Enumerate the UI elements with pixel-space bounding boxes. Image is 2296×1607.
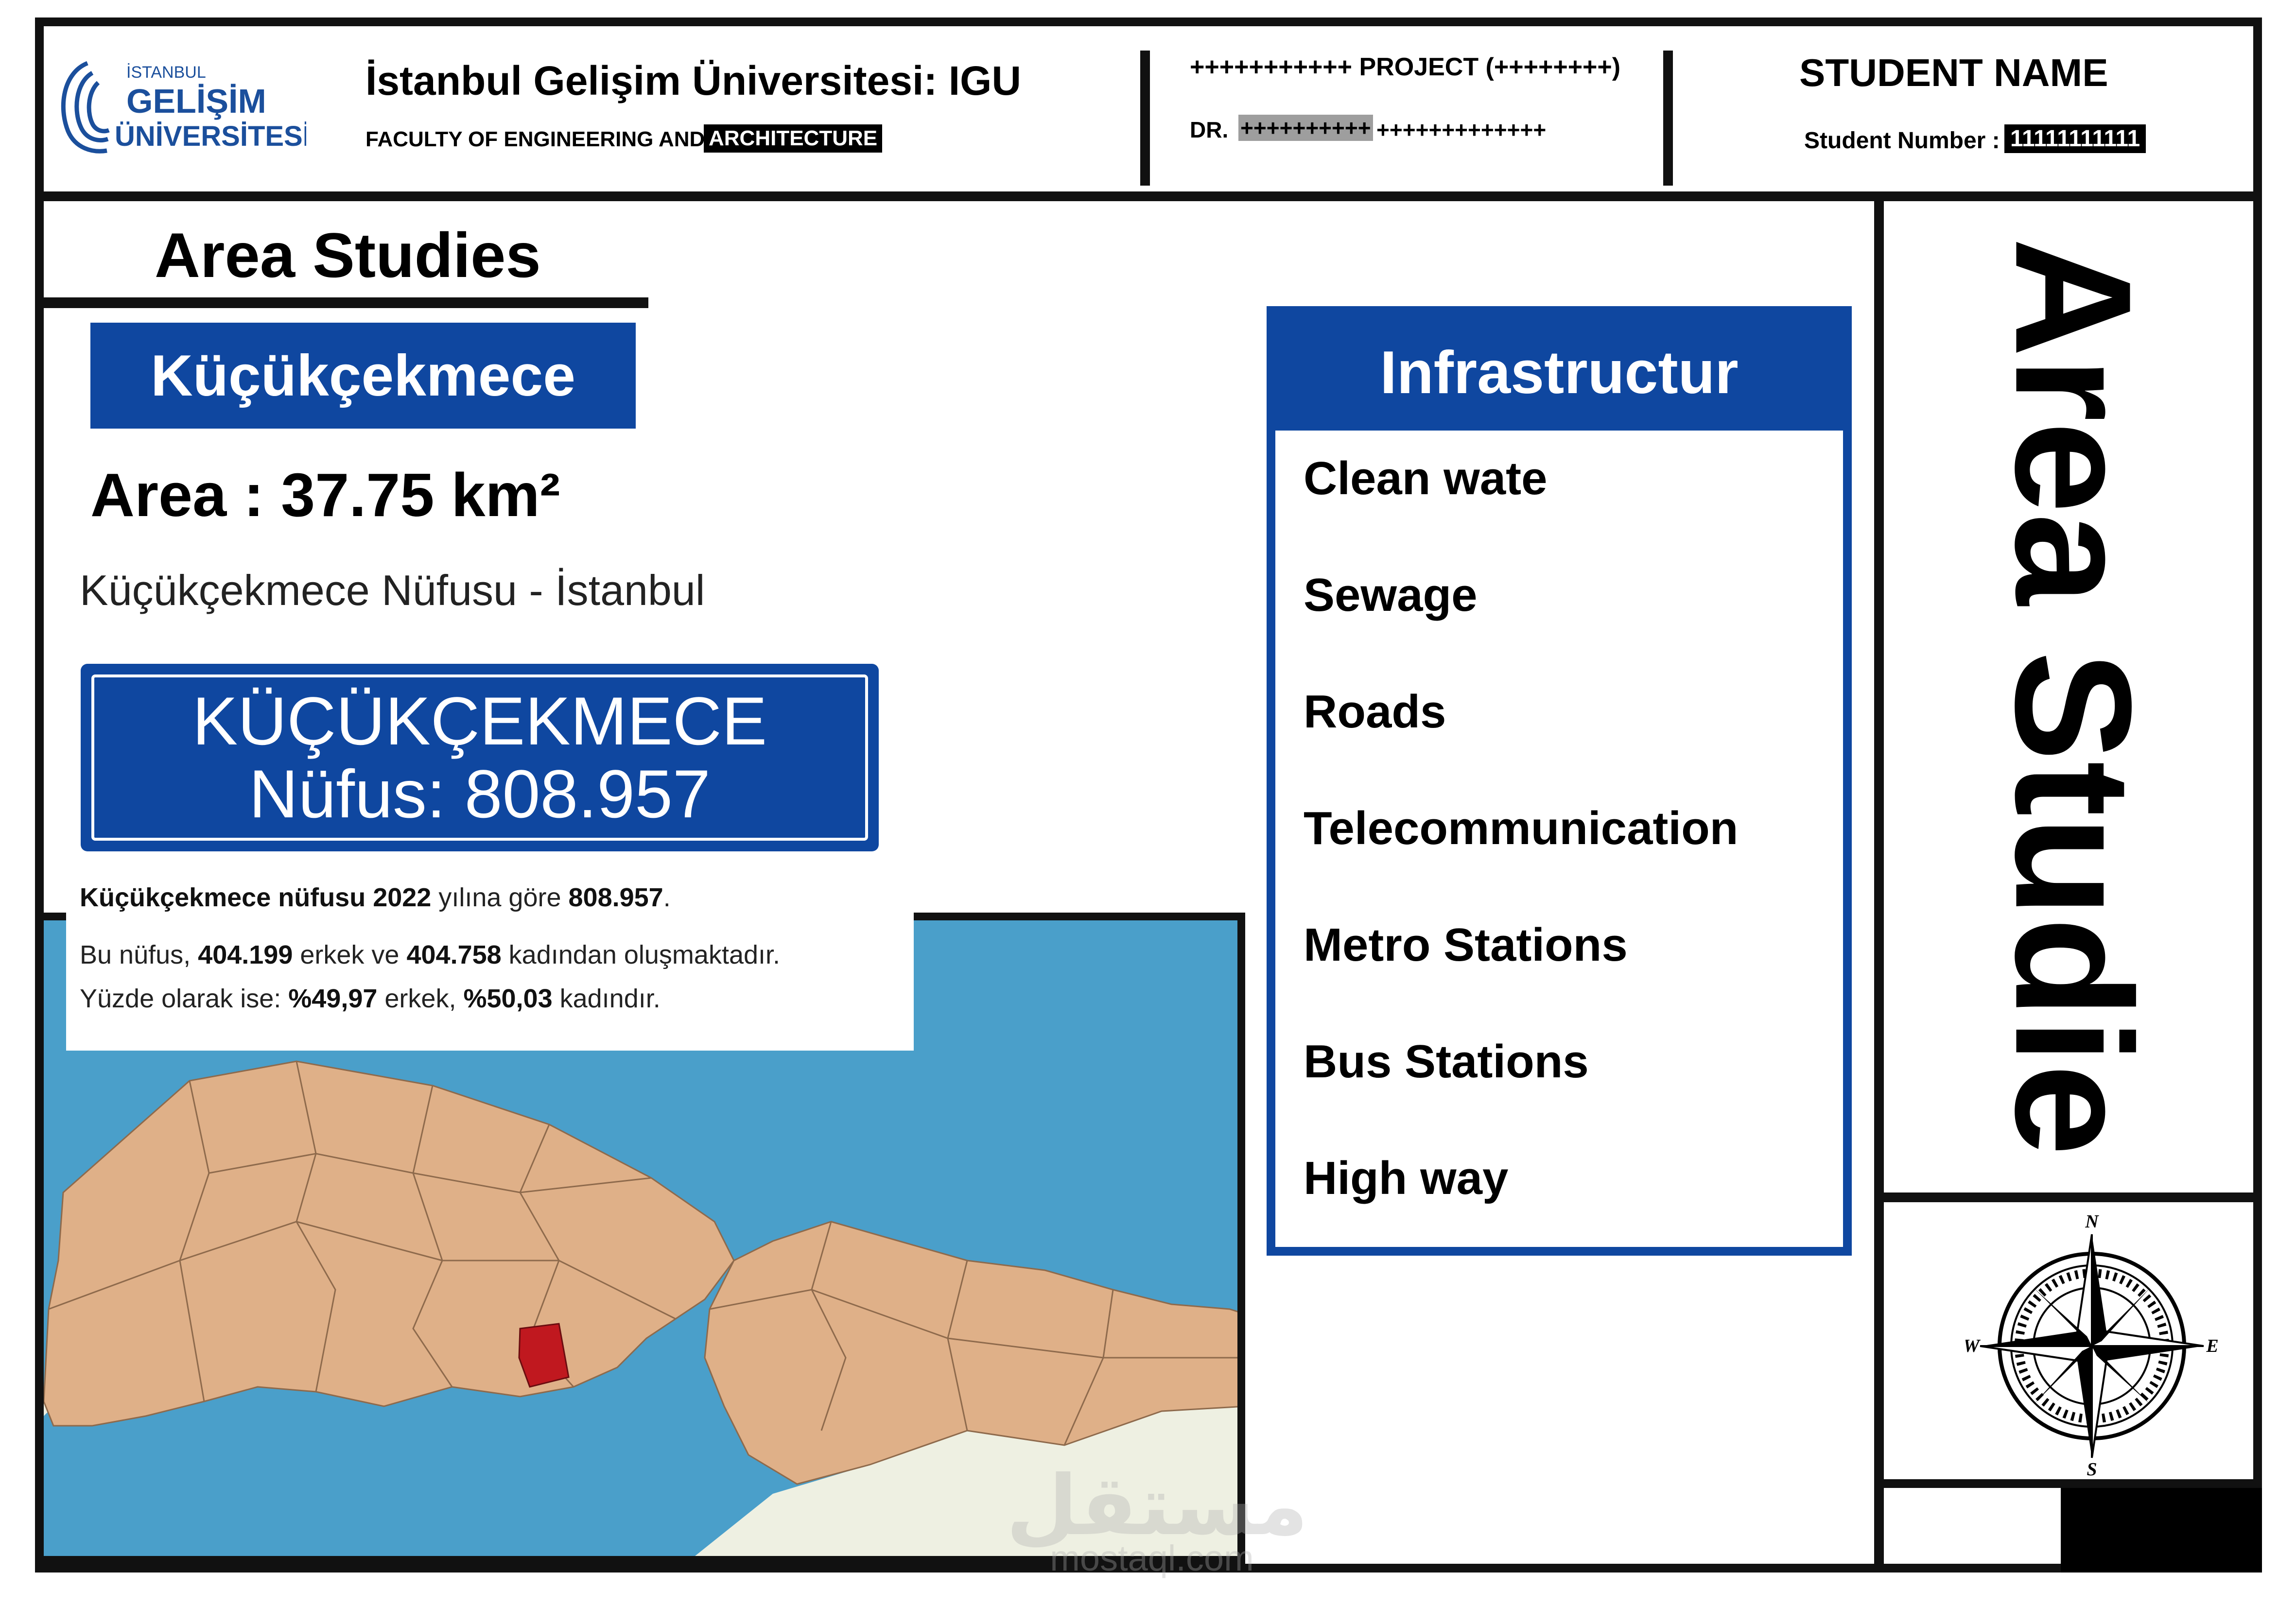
infrastructure-item: Metro Stations bbox=[1304, 919, 1628, 971]
logo-line2: GELİŞİM bbox=[126, 82, 266, 120]
note-line-2: Bu nüfus, 404.199 erkek ve 404.758 kadın… bbox=[80, 940, 781, 969]
vertical-title: Area Studie bbox=[1981, 238, 2166, 1156]
infrastructure-title: Infrastructur bbox=[1275, 315, 1843, 431]
compass-north: N bbox=[2085, 1215, 2099, 1232]
watermark-latin: mostaql.com bbox=[1050, 1538, 1254, 1578]
infrastructure-panel: Infrastructur Clean wate Sewage Roads Te… bbox=[1267, 306, 1852, 1256]
compass-east: E bbox=[2206, 1336, 2218, 1356]
area-value: Area : 37.75 km² bbox=[90, 461, 560, 529]
project-title: +++++++++++ PROJECT (++++++++) bbox=[1190, 53, 1621, 81]
compass-rose: N S E W bbox=[1963, 1211, 2219, 1480]
district-name: Küçükçekmece bbox=[151, 343, 575, 408]
infrastructure-item: Telecommunication bbox=[1304, 802, 1739, 854]
infrastructure-item: Clean wate bbox=[1304, 452, 1548, 504]
note-line-1: Küçükçekmece nüfusu 2022 yılına göre 808… bbox=[80, 883, 671, 912]
university-title: İstanbul Gelişim Üniversitesi: IGU bbox=[365, 58, 1022, 104]
population-note: Küçükçekmece nüfusu 2022 yılına göre 808… bbox=[66, 878, 914, 1051]
vertical-title-box: Area Studie bbox=[1884, 201, 2262, 1202]
sign-district: KÜÇÜKÇEKMECE bbox=[192, 683, 767, 759]
logo-emblem-icon: İSTANBUL GELİŞİM ÜNİVERSİTESİ bbox=[61, 61, 311, 154]
heading-underline bbox=[35, 297, 648, 308]
student-name: STUDENT NAME bbox=[1799, 51, 2108, 94]
compass-west: W bbox=[1966, 1336, 1981, 1356]
logo-line3: ÜNİVERSİTESİ bbox=[115, 121, 306, 152]
infrastructure-item: Roads bbox=[1304, 686, 1446, 738]
supervisor-highlight: ++++++++++ bbox=[1238, 115, 1373, 141]
kucukcekmece-highlight bbox=[518, 1323, 570, 1388]
vertical-title-container: Area Studie bbox=[1884, 201, 2262, 1192]
infrastructure-item: High way bbox=[1304, 1152, 1509, 1204]
area-studies-heading: Area Studies bbox=[155, 220, 541, 291]
population-caption: Küçükçekmece Nüfusu - İstanbul bbox=[80, 566, 705, 614]
compass-divider bbox=[1884, 1479, 2262, 1488]
compass-south: S bbox=[2087, 1459, 2097, 1477]
university-logo: İSTANBUL GELİŞİM ÜNİVERSİTESİ bbox=[53, 53, 311, 160]
note-line-3: Yüzde olarak ise: %49,97 erkek, %50,03 k… bbox=[80, 984, 661, 1013]
header-divider bbox=[1663, 51, 1673, 186]
supervisor-name: +++++++++++++ bbox=[1376, 117, 1547, 142]
corner-block bbox=[2061, 1488, 2262, 1572]
infrastructure-item: Sewage bbox=[1304, 569, 1478, 621]
sign-population: Nüfus: 808.957 bbox=[249, 756, 711, 832]
right-column-divider bbox=[1874, 201, 1884, 1572]
header-divider bbox=[1140, 51, 1150, 186]
student-number-label: Student Number : bbox=[1804, 128, 2000, 154]
population-sign: KÜÇÜKÇEKMECE Nüfus: 808.957 bbox=[81, 664, 879, 851]
supervisor-prefix: DR. bbox=[1190, 117, 1229, 142]
population-sign-inner: KÜÇÜKÇEKMECE Nüfus: 808.957 bbox=[91, 674, 868, 841]
logo-line1: İSTANBUL bbox=[126, 63, 206, 82]
faculty-text: FACULTY OF ENGINEERING AND bbox=[365, 127, 705, 151]
infrastructure-item: Bus Stations bbox=[1304, 1036, 1589, 1088]
district-name-box: Küçükçekmece bbox=[90, 323, 636, 429]
faculty-highlight: ARCHITECTURE bbox=[704, 124, 883, 153]
student-number-value: 11111111111 bbox=[2004, 124, 2146, 153]
watermark: مستقل mostaql.com bbox=[1006, 1458, 1308, 1578]
compass-icon: N S E W bbox=[1963, 1211, 2219, 1480]
